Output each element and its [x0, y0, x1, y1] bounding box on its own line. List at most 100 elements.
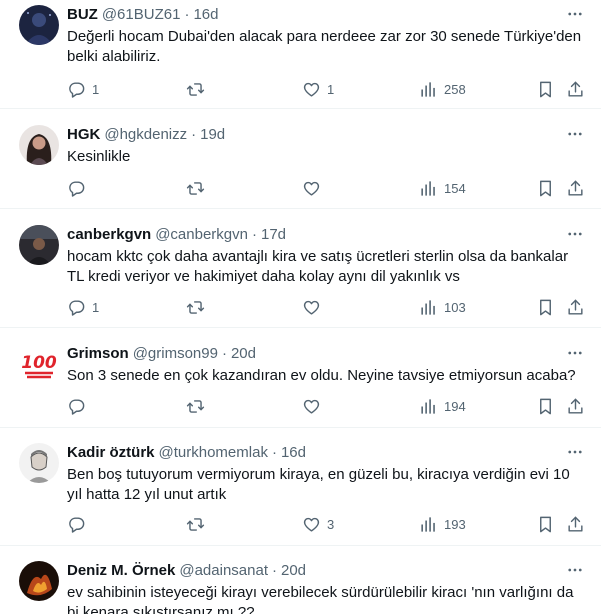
share-icon: [566, 179, 585, 198]
bookmark-button[interactable]: [536, 78, 555, 100]
views-button[interactable]: 154: [419, 177, 466, 199]
user-handle[interactable]: @hgkdenizz: [104, 126, 187, 143]
more-icon[interactable]: [564, 343, 586, 363]
bookmark-button[interactable]: [536, 395, 555, 417]
like-button[interactable]: [302, 177, 327, 199]
svg-text:100: 100: [21, 353, 57, 373]
share-button[interactable]: [566, 78, 585, 100]
timestamp[interactable]: 16d: [281, 444, 306, 461]
tweet-text: Ben boş tutuyorum vermiyorum kiraya, en …: [67, 466, 570, 503]
reply-count: 1: [92, 299, 100, 315]
user-handle[interactable]: @grimson99: [133, 345, 218, 362]
like-count: 1: [327, 81, 335, 97]
heart-icon: [302, 298, 321, 317]
avatar[interactable]: [19, 5, 59, 45]
tweet-text: Kesinlikle: [67, 148, 131, 165]
timestamp[interactable]: 20d: [231, 345, 256, 362]
tweet-text: hocam kktc çok daha avantajlı kira ve sa…: [67, 248, 569, 285]
like-button[interactable]: [302, 296, 327, 318]
like-count: 3: [327, 516, 335, 532]
retweet-button[interactable]: [186, 513, 211, 535]
views-count: 258: [444, 81, 466, 97]
heart-icon: [302, 515, 321, 534]
bookmark-icon: [536, 397, 555, 416]
display-name[interactable]: Kadir öztürk: [67, 444, 155, 461]
avatar[interactable]: [19, 125, 59, 165]
tweet[interactable]: BUZ @61BUZ61 · 16d Değerli hocam Dubai'd…: [0, 0, 601, 109]
share-button[interactable]: [566, 177, 585, 199]
more-icon[interactable]: [564, 560, 586, 580]
user-handle[interactable]: @adainsanat: [179, 562, 268, 579]
more-icon[interactable]: [564, 442, 586, 462]
heart-icon: [302, 397, 321, 416]
tweet-text: Değerli hocam Dubai'den alacak para nerd…: [67, 28, 582, 65]
display-name[interactable]: Deniz M. Örnek: [67, 562, 175, 579]
display-name[interactable]: BUZ: [67, 6, 98, 23]
more-icon[interactable]: [564, 124, 586, 144]
share-button[interactable]: [566, 513, 585, 535]
views-button[interactable]: 103: [419, 296, 466, 318]
retweet-icon: [186, 80, 205, 99]
reply-button[interactable]: 1: [67, 78, 99, 100]
views-count: 193: [444, 516, 466, 532]
avatar[interactable]: 100: [19, 344, 59, 384]
retweet-button[interactable]: [186, 177, 211, 199]
timestamp[interactable]: 19d: [200, 126, 225, 143]
reply-button[interactable]: [67, 513, 92, 535]
like-button[interactable]: 1: [302, 78, 334, 100]
avatar[interactable]: [19, 561, 59, 601]
retweet-icon: [186, 298, 205, 317]
views-button[interactable]: 258: [419, 78, 466, 100]
separator-dot: ·: [251, 225, 257, 243]
bookmark-button[interactable]: [536, 177, 555, 199]
avatar[interactable]: [19, 443, 59, 483]
display-name[interactable]: Grimson: [67, 345, 129, 362]
bookmark-button[interactable]: [536, 296, 555, 318]
separator-dot: ·: [184, 5, 190, 23]
more-icon[interactable]: [564, 4, 586, 24]
avatar[interactable]: [19, 225, 59, 265]
display-name[interactable]: HGK: [67, 126, 100, 143]
like-button[interactable]: [302, 395, 327, 417]
retweet-icon: [186, 515, 205, 534]
tweet[interactable]: canberkgvn @canberkgvn · 17d hocam kktc …: [0, 220, 601, 328]
tweet[interactable]: 100 Grimson @grimson99 · 20d Son 3 sened…: [0, 339, 601, 428]
reply-button[interactable]: [67, 177, 92, 199]
tweet[interactable]: Kadir öztürk @turkhomemlak · 16d Ben boş…: [0, 438, 601, 546]
timestamp[interactable]: 16d: [193, 6, 218, 23]
share-button[interactable]: [566, 395, 585, 417]
timestamp[interactable]: 20d: [281, 562, 306, 579]
share-icon: [566, 515, 585, 534]
views-count: 154: [444, 180, 466, 196]
display-name[interactable]: canberkgvn: [67, 226, 151, 243]
retweet-button[interactable]: [186, 78, 211, 100]
reply-count: 1: [92, 81, 100, 97]
reply-button[interactable]: 1: [67, 296, 99, 318]
share-icon: [566, 397, 585, 416]
retweet-icon: [186, 179, 205, 198]
bookmark-button[interactable]: [536, 513, 555, 535]
retweet-button[interactable]: [186, 296, 211, 318]
tweet[interactable]: HGK @hgkdenizz · 19d Kesinlikle 154: [0, 120, 601, 209]
reply-icon: [67, 80, 86, 99]
user-handle[interactable]: @61BUZ61: [102, 6, 181, 23]
views-button[interactable]: 194: [419, 395, 466, 417]
reply-icon: [67, 298, 86, 317]
retweet-button[interactable]: [186, 395, 211, 417]
share-button[interactable]: [566, 296, 585, 318]
like-button[interactable]: 3: [302, 513, 334, 535]
user-handle[interactable]: @turkhomemlak: [159, 444, 268, 461]
timestamp[interactable]: 17d: [261, 226, 286, 243]
bookmark-icon: [536, 80, 555, 99]
views-icon: [419, 80, 438, 99]
more-icon[interactable]: [564, 224, 586, 244]
user-handle[interactable]: @canberkgvn: [155, 226, 248, 243]
views-icon: [419, 397, 438, 416]
views-count: 194: [444, 398, 466, 414]
views-icon: [419, 515, 438, 534]
reply-button[interactable]: [67, 395, 92, 417]
views-button[interactable]: 193: [419, 513, 466, 535]
heart-icon: [302, 80, 321, 99]
tweet[interactable]: Deniz M. Örnek @adainsanat · 20d ev sahi…: [0, 556, 601, 614]
separator-dot: ·: [191, 125, 197, 143]
